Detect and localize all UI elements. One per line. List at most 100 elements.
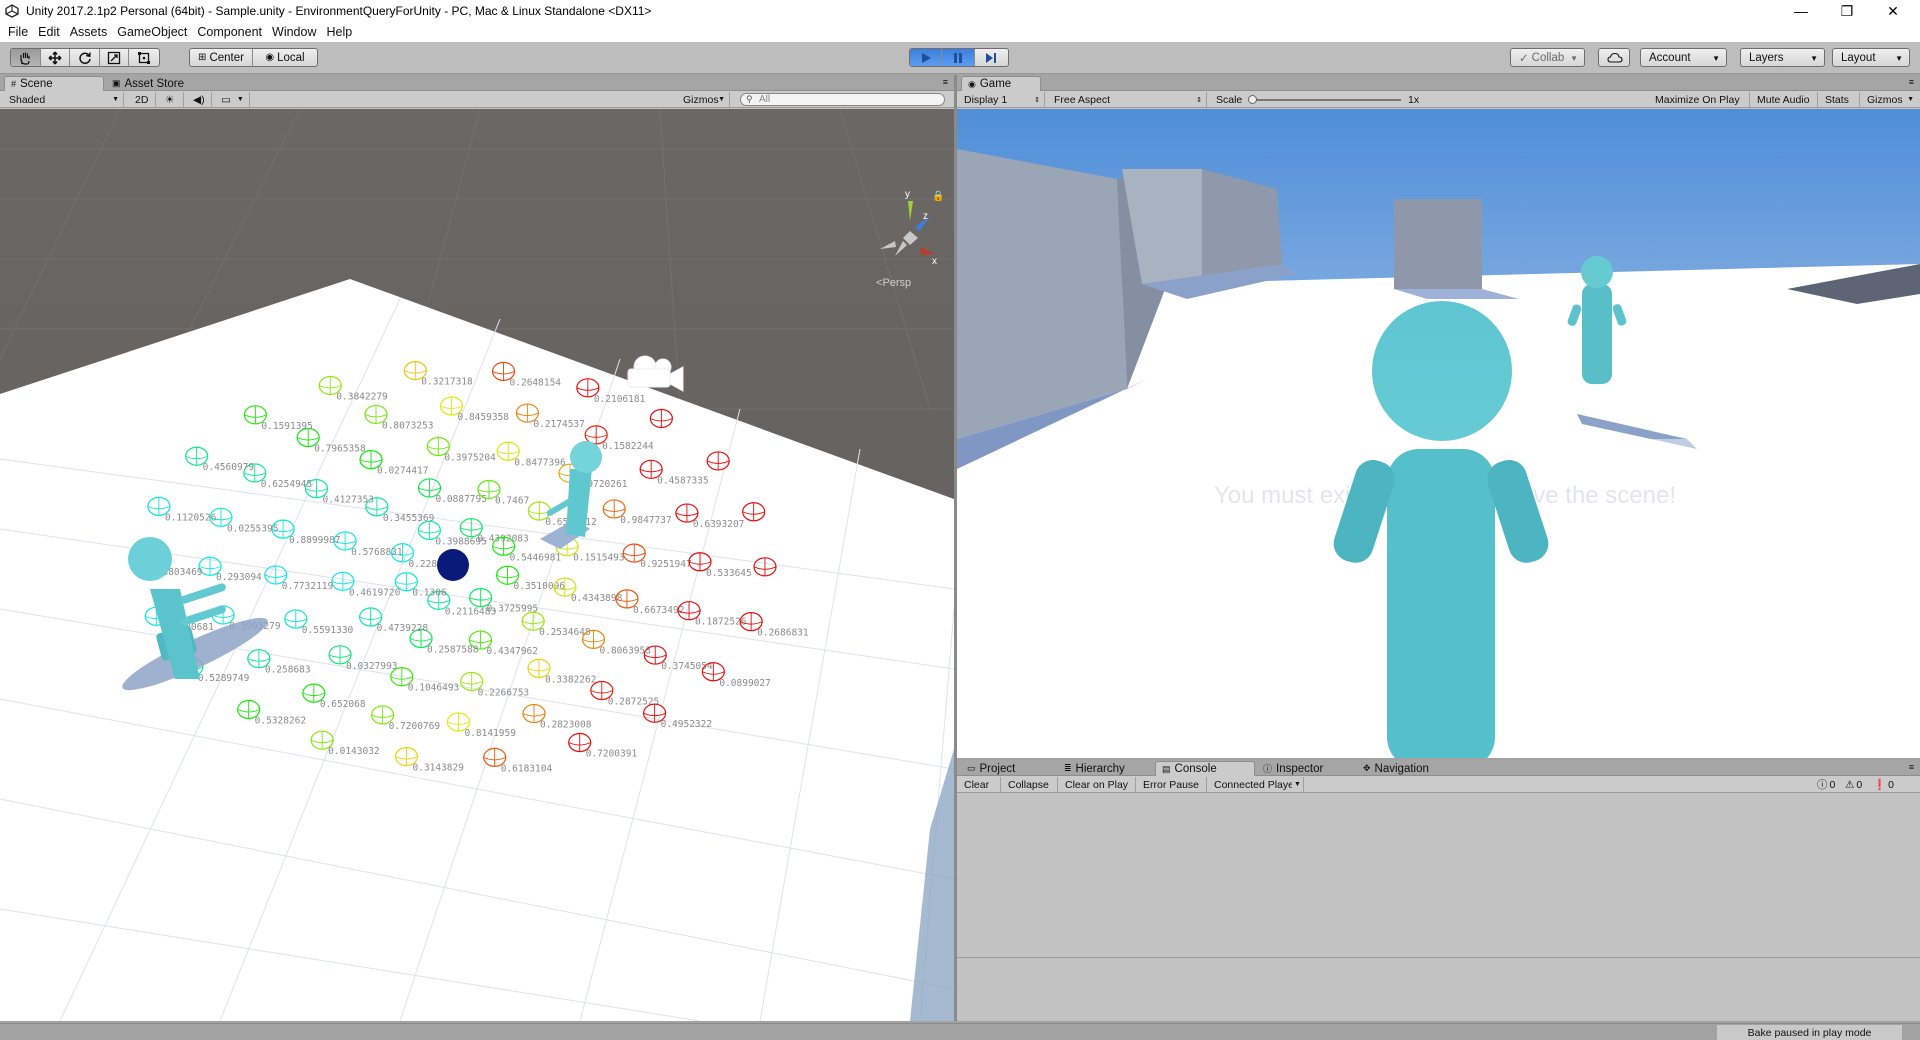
scene-viewport[interactable]: 0.3510096 0.3725995 0.2116483 0.1306 0.22885… — [0, 109, 954, 1021]
scene-search-input[interactable]: ⚲ All — [740, 93, 945, 106]
search-icon: ⚲ — [746, 94, 753, 104]
scene-gizmos-dropdown[interactable]: Gizmos ▼ — [678, 92, 730, 107]
menu-edit[interactable]: Edit — [38, 25, 60, 39]
effects-dropdown[interactable]: ▭ ▼ — [216, 92, 250, 107]
mode-2d-toggle[interactable]: 2D — [130, 92, 156, 107]
panel-menu-icon[interactable]: ≡ — [943, 77, 948, 87]
menu-file[interactable]: File — [8, 25, 28, 39]
scale-slider[interactable] — [1248, 95, 1401, 104]
aspect-dropdown[interactable]: Free Aspect ⇕ — [1049, 92, 1207, 107]
console-error-pause-toggle[interactable]: Error Pause — [1138, 777, 1207, 792]
error-pause-label: Error Pause — [1143, 778, 1200, 791]
scale-icon — [107, 51, 121, 64]
console-collapse-toggle[interactable]: Collapse — [1003, 777, 1058, 792]
tab-game[interactable]: ◉ Game — [961, 76, 1041, 91]
play-button[interactable] — [910, 49, 943, 66]
score-label: 0.0327993 — [346, 661, 397, 672]
pause-button[interactable] — [942, 49, 975, 66]
tab-inspector[interactable]: ⓘ Inspector — [1257, 761, 1355, 776]
maximize-on-play-toggle[interactable]: Maximize On Play — [1650, 92, 1750, 107]
status-message: Bake paused in play mode — [1717, 1025, 1902, 1040]
warning-count-toggle[interactable]: ⚠ 0 — [1845, 777, 1862, 792]
console-clear-on-play-toggle[interactable]: Clear on Play — [1060, 777, 1136, 792]
tab-console[interactable]: ▤ Console — [1155, 761, 1255, 776]
menu-gameobject[interactable]: GameObject — [117, 25, 187, 39]
score-label: 0.2174537 — [533, 419, 584, 430]
connected-player-dropdown[interactable]: Connected Player ▼ — [1209, 777, 1304, 792]
tab-scene[interactable]: # Scene — [4, 76, 104, 91]
scale-slider-thumb[interactable] — [1248, 95, 1257, 104]
scale-control: Scale — [1211, 92, 1411, 107]
tab-hierarchy[interactable]: ≣ Hierarchy — [1058, 761, 1153, 776]
score-label: 0.3143829 — [412, 763, 464, 774]
account-dropdown[interactable]: Account ▼ — [1640, 48, 1727, 67]
score-label: 0.4392083 — [477, 534, 528, 545]
menu-assets[interactable]: Assets — [70, 25, 108, 39]
menu-window[interactable]: Window — [272, 25, 316, 39]
audio-toggle[interactable]: ◀) — [188, 92, 212, 107]
chevron-down-icon: ▼ — [1294, 781, 1301, 788]
gizmo-lock-icon[interactable]: 🔒 — [932, 190, 944, 202]
game-gizmos-dropdown[interactable]: Gizmos ▼ — [1862, 92, 1918, 107]
panel-menu-icon[interactable]: ≡ — [1909, 762, 1914, 772]
collab-dropdown[interactable]: ✓ Collab ▼ — [1510, 48, 1585, 67]
scale-tool-button[interactable] — [100, 49, 130, 66]
stats-toggle[interactable]: Stats — [1820, 92, 1860, 107]
menu-help[interactable]: Help — [326, 25, 352, 39]
display-label: Display 1 — [964, 93, 1008, 106]
error-count-toggle[interactable]: ❗ 0 — [1873, 777, 1894, 792]
persp-label[interactable]: <Persp — [876, 277, 911, 289]
pivot-center-button[interactable]: ⊞ Center — [190, 49, 254, 66]
close-button[interactable]: ✕ — [1870, 0, 1916, 22]
scene-view-canvas[interactable]: 0.35100960.37259950.21164830.13060.22885… — [0, 109, 954, 1021]
info-circle-icon: ⓘ — [1817, 779, 1828, 791]
vertical-splitter[interactable] — [954, 75, 957, 1021]
chevron-updown-icon: ⇕ — [1034, 96, 1040, 104]
tab-navigation[interactable]: ✥ Navigation — [1357, 761, 1467, 776]
game-view-canvas[interactable]: You must exit play mode to save the scen… — [957, 109, 1920, 758]
pause-icon — [954, 52, 963, 63]
display-dropdown[interactable]: Display 1 ⇕ — [959, 92, 1045, 107]
tab-project[interactable]: ▭ Project — [961, 761, 1056, 776]
score-label: 0.1872526 — [695, 617, 747, 628]
score-label: 0.258683 — [265, 665, 311, 676]
tab-scene-label: Scene — [20, 78, 53, 90]
collab-check-icon: ✓ — [1519, 52, 1529, 65]
console-detail-pane[interactable] — [957, 957, 1920, 1021]
chevron-down-icon: ▼ — [1907, 96, 1914, 103]
playmode-controls — [909, 48, 1009, 67]
tab-navigation-label: Navigation — [1374, 762, 1429, 775]
score-label: 0.3510096 — [514, 581, 566, 592]
maximize-button[interactable]: ❐ — [1824, 0, 1870, 22]
menu-component[interactable]: Component — [197, 25, 262, 39]
step-icon — [986, 52, 997, 63]
local-rotation-icon: ◉ — [265, 52, 275, 63]
score-label: 0.2587588 — [427, 645, 479, 656]
score-label: 0.6254945 — [261, 479, 312, 490]
rect-tool-button[interactable] — [129, 49, 159, 66]
rotate-tool-button[interactable] — [70, 49, 100, 66]
score-label: 0.3975204 — [444, 453, 496, 464]
minimize-button[interactable]: — — [1778, 0, 1824, 22]
unity-logo-icon — [4, 3, 20, 19]
mute-audio-toggle[interactable]: Mute Audio — [1752, 92, 1818, 107]
console-clear-button[interactable]: Clear — [959, 777, 1001, 792]
shading-mode-dropdown[interactable]: Shaded ▼ — [4, 92, 124, 107]
pivot-local-button[interactable]: ◉ Local — [253, 49, 317, 66]
lighting-toggle[interactable]: ☀ — [160, 92, 184, 107]
score-label: 0.0887795 — [435, 494, 486, 505]
layers-dropdown[interactable]: Layers ▼ — [1740, 48, 1825, 67]
space-label: Local — [277, 51, 305, 64]
layout-dropdown[interactable]: Layout ▼ — [1832, 48, 1910, 67]
score-label: 0.0255395 — [227, 523, 278, 534]
log-count-toggle[interactable]: ⓘ 0 — [1817, 777, 1835, 792]
tab-asset-store[interactable]: ▣ Asset Store — [106, 76, 206, 91]
move-tool-button[interactable] — [41, 49, 71, 66]
step-button[interactable] — [975, 49, 1008, 66]
panel-menu-icon[interactable]: ≡ — [1909, 77, 1914, 87]
cloud-icon — [1607, 52, 1623, 63]
game-viewport[interactable]: You must exit play mode to save the scen… — [957, 109, 1920, 758]
score-label: 0.1591395 — [261, 421, 312, 432]
hand-tool-button[interactable] — [11, 49, 41, 66]
cloud-button[interactable] — [1598, 48, 1630, 67]
